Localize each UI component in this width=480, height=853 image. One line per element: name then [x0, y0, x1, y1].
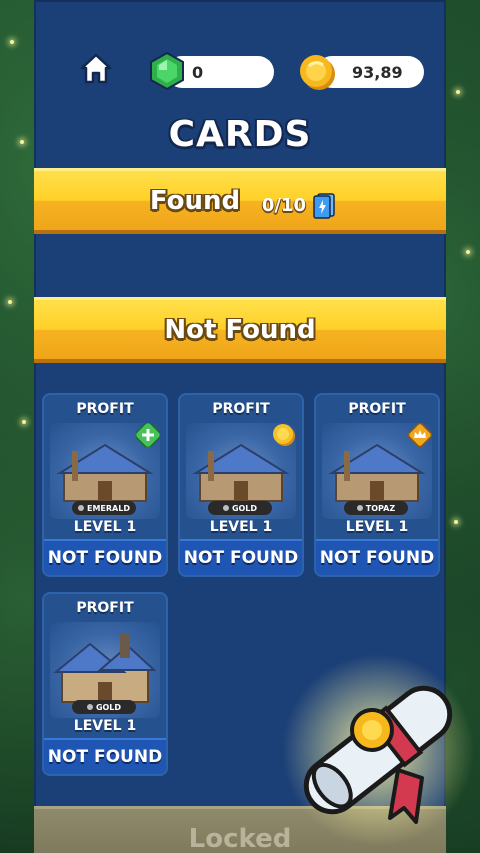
card-title: PROFIT [212, 401, 270, 417]
sparkle [10, 40, 14, 44]
tier-dot-icon [356, 505, 363, 511]
tier-label: GOLD [95, 702, 122, 712]
sparkle [466, 250, 470, 254]
scroll-diploma-icon[interactable] [280, 652, 476, 848]
card-level: LEVEL 1 [209, 519, 273, 535]
not-found-label: Not Found [164, 314, 316, 345]
tier-tag: GOLD [208, 501, 272, 515]
card-title: PROFIT [348, 401, 406, 417]
emerald-gem-icon [146, 50, 188, 92]
tier-label: EMERALD [87, 503, 130, 513]
tier-dot-icon [86, 704, 93, 710]
sparkle [8, 300, 12, 304]
home-icon [80, 53, 112, 84]
not-found-button[interactable]: NOT FOUND [44, 738, 166, 774]
tier-dot-icon [222, 505, 229, 511]
not-found-button[interactable]: NOT FOUND [316, 539, 438, 575]
card-profit-emerald[interactable]: PROFIT EMERALD LEVEL 1 NOT FOUND [42, 393, 168, 577]
gold-coin-icon [273, 424, 295, 446]
card-level: LEVEL 1 [73, 718, 137, 734]
crown-icon [408, 423, 432, 447]
not-found-button[interactable]: NOT FOUND [180, 539, 302, 575]
found-count: 0/10 [261, 195, 306, 216]
not-found-button[interactable]: NOT FOUND [44, 539, 166, 575]
gems-value: 0 [192, 62, 204, 82]
card-profit-gold-house[interactable]: PROFIT GOLD LEVEL 1 NOT FOUND [42, 592, 168, 776]
tier-tag: TOPAZ [344, 501, 408, 515]
tier-tag: GOLD [72, 700, 136, 714]
tier-tag: EMERALD [72, 501, 136, 515]
card-profit-gold[interactable]: PROFIT GOLD LEVEL 1 NOT FOUND [178, 393, 304, 577]
card-title: PROFIT [76, 600, 134, 616]
coins-value: 93,89 [352, 62, 403, 82]
sparkle [20, 140, 24, 144]
cards-stack-icon [313, 193, 335, 219]
card-level: LEVEL 1 [73, 519, 137, 535]
card-profit-topaz[interactable]: PROFIT TOPAZ LEVEL 1 NOT FOUND [314, 393, 440, 577]
sparkle [22, 420, 26, 424]
tier-dot-icon [78, 505, 84, 511]
sparkle [454, 520, 458, 524]
card-level: LEVEL 1 [345, 519, 409, 535]
page-title: CARDS [168, 114, 312, 155]
gold-coin-icon [297, 52, 337, 92]
tier-label: TOPAZ [365, 503, 396, 513]
found-section-header[interactable]: Found 0/10 [34, 168, 446, 234]
locked-label: Locked [188, 823, 292, 853]
sparkle [456, 90, 460, 94]
card-title: PROFIT [76, 401, 134, 417]
home-button[interactable] [78, 50, 114, 86]
tier-label: GOLD [231, 503, 258, 513]
found-label: Found [149, 185, 241, 216]
emerald-plus-icon [136, 423, 160, 447]
not-found-section-header[interactable]: Not Found [34, 297, 446, 363]
